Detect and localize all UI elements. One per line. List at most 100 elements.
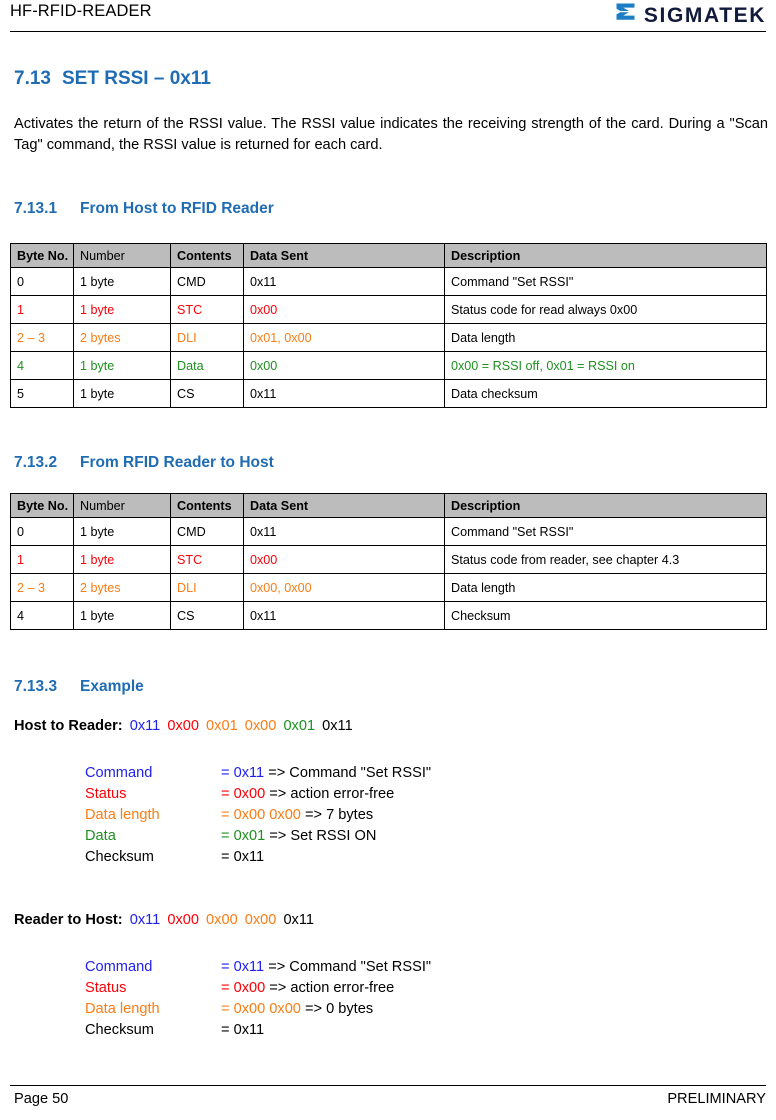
subsection-3-number: 7.13.3 (14, 678, 58, 695)
example-byte: 0x01 (279, 718, 316, 734)
col-header-description: Description (444, 493, 767, 518)
cell-byte-no: 2 – 3 (10, 573, 74, 602)
cell-contents: STC (170, 545, 244, 574)
breakdown-value: = 0x01 => Set RSSI ON (221, 826, 431, 847)
page-number: Page 50 (14, 1091, 69, 1107)
subsection-heading-2: 7.13.2 From RFID Reader to Host (14, 454, 274, 472)
section-title: SET RSSI – 0x11 (62, 68, 211, 89)
cell-data-sent: 0x11 (243, 379, 445, 408)
host-to-reader-example-line: Host to Reader: 0x11 0x00 0x01 0x00 0x01… (14, 718, 353, 734)
table-row: 11 byte STC 0x00 Status code for read alway… (10, 295, 767, 324)
breakdown-label: Command (85, 765, 153, 781)
document-page: HF-RFID-READER SIGMATEK 7.13 SET RSSI – 0… (0, 0, 776, 1120)
running-header: HF-RFID-READER SIGMATEK (10, 2, 766, 32)
cell-description: Command "Set RSSI" (444, 267, 767, 296)
col-header-contents: Contents (170, 493, 244, 518)
example-byte: 0x11 (318, 718, 353, 734)
cell-number: 2 bytes (73, 323, 171, 352)
cell-description: Status code for read always 0x00 (444, 295, 767, 324)
breakdown-row: Checksum = 0x11 (85, 847, 431, 868)
breakdown-meaning: => action error-free (265, 980, 395, 996)
breakdown-value: = 0x00 0x00 => 0 bytes (221, 999, 431, 1020)
section-intro-paragraph: Activates the return of the RSSI value. … (14, 116, 768, 153)
cell-byte-no: 1 (10, 295, 74, 324)
host-to-reader-label: Host to Reader: (14, 718, 123, 734)
example-byte: 0x01 (201, 718, 238, 734)
section-number: 7.13 (14, 68, 51, 89)
breakdown-row: Command = 0x11 => Command "Set RSSI" (85, 957, 431, 978)
example-byte: 0x11 (125, 718, 161, 734)
reader-to-host-table: Byte No. Number Contents Data Sent Descr… (10, 493, 767, 630)
footer-divider (10, 1085, 766, 1086)
cell-description: Data length (444, 323, 767, 352)
breakdown-row: Data length = 0x00 0x00 => 7 bytes (85, 805, 431, 826)
col-header-byte-no: Byte No. (10, 493, 74, 518)
breakdown-label: Status (85, 786, 127, 802)
cell-byte-no: 1 (10, 545, 74, 574)
sigmatek-sigma-icon (614, 2, 637, 29)
document-title: HF-RFID-READER (10, 2, 152, 20)
cell-number: 2 bytes (73, 573, 171, 602)
table-header-row-1: Byte No. Number Contents Data Sent Descr… (10, 243, 767, 268)
table-row: 2 – 32 bytes DLI 0x00, 0x00 Data length (10, 573, 767, 602)
breakdown-meaning: => Command "Set RSSI" (264, 959, 432, 975)
breakdown-hex: = 0x00 (221, 786, 266, 802)
table-row: 11 byte STC 0x00 Status code from reader, s… (10, 545, 767, 574)
cell-description: Checksum (444, 601, 767, 630)
cell-number: 1 byte (73, 267, 171, 296)
col-header-number: Number (73, 493, 171, 518)
cell-data-sent: 0x01, 0x00 (243, 323, 445, 352)
cell-contents: CS (170, 601, 244, 630)
sigmatek-logo: SIGMATEK (614, 3, 766, 27)
host-to-reader-bytes: 0x11 0x00 0x01 0x00 0x01 0x11 (123, 718, 353, 734)
cell-contents: DLI (170, 323, 244, 352)
example-byte: 0x00 (163, 718, 199, 734)
breakdown-value: = 0x00 => action error-free (221, 784, 431, 805)
breakdown-row: Checksum = 0x11 (85, 1020, 431, 1041)
reader-to-host-table-body: 01 byte CMD 0x11 Command "Set RSSI" 1 1 byte S… (10, 517, 767, 630)
example-byte: 0x00 (163, 912, 199, 928)
cell-description: Data length (444, 573, 767, 602)
cell-number: 1 byte (73, 351, 171, 380)
host-to-reader-table-body: 01 byte CMD 0x11 Command "Set RSSI" 1 1 byte S… (10, 267, 767, 408)
table-header-row: Byte No. Number Contents Data Sent Descr… (10, 493, 767, 518)
col-header-contents: Contents (170, 243, 244, 268)
col-header-number: Number (73, 243, 171, 268)
cell-description: 0x00 = RSSI off, 0x01 = RSSI on (444, 351, 767, 380)
example-byte: 0x11 (125, 912, 161, 928)
breakdown-hex: = 0x11 (221, 1022, 265, 1038)
table-header-row-2: Byte No. Number Contents Data Sent Descr… (10, 493, 767, 518)
cell-description: Command "Set RSSI" (444, 517, 767, 546)
breakdown-hex: = 0x11 (221, 765, 265, 781)
cell-number: 1 byte (73, 545, 171, 574)
reader-to-host-bytes: 0x11 0x00 0x00 0x00 0x11 (123, 912, 314, 928)
breakdown-label: Checksum (85, 1022, 154, 1038)
cell-number: 1 byte (73, 601, 171, 630)
reader-to-host-example-line: Reader to Host: 0x11 0x00 0x00 0x00 0x11 (14, 912, 314, 928)
cell-contents: CS (170, 379, 244, 408)
col-header-description: Description (444, 243, 767, 268)
table-row: 2 – 32 bytes DLI 0x01, 0x00 Data length (10, 323, 767, 352)
reader-to-host-breakdown-body: Command = 0x11 => Command "Set RSSI" Statu… (85, 957, 431, 1041)
cell-contents: CMD (170, 517, 244, 546)
breakdown-hex: = 0x11 (221, 849, 265, 865)
breakdown-value: = 0x00 => action error-free (221, 978, 431, 999)
breakdown-label: Checksum (85, 849, 154, 865)
example-byte: 0x00 (240, 718, 277, 734)
subsection-1-number: 7.13.1 (14, 200, 58, 217)
breakdown-label: Status (85, 980, 127, 996)
example-byte: 0x00 (240, 912, 277, 928)
reader-to-host-breakdown: Command = 0x11 => Command "Set RSSI" Statu… (85, 957, 431, 1041)
cell-data-sent: 0x00 (243, 295, 445, 324)
host-to-reader-breakdown: Command = 0x11 => Command "Set RSSI" Statu… (85, 763, 431, 868)
breakdown-label: Data (85, 828, 116, 844)
reader-to-host-label: Reader to Host: (14, 912, 123, 928)
table-row: 41 byte CS 0x11 Checksum (10, 601, 767, 630)
subsection-heading-3: 7.13.3 Example (14, 678, 144, 696)
cell-data-sent: 0x00, 0x00 (243, 573, 445, 602)
breakdown-label: Data length (85, 1001, 160, 1017)
host-to-reader-breakdown-body: Command = 0x11 => Command "Set RSSI" Statu… (85, 763, 431, 868)
subsection-3-title: Example (80, 678, 144, 695)
breakdown-value: = 0x11 => Command "Set RSSI" (221, 763, 431, 784)
cell-number: 1 byte (73, 295, 171, 324)
